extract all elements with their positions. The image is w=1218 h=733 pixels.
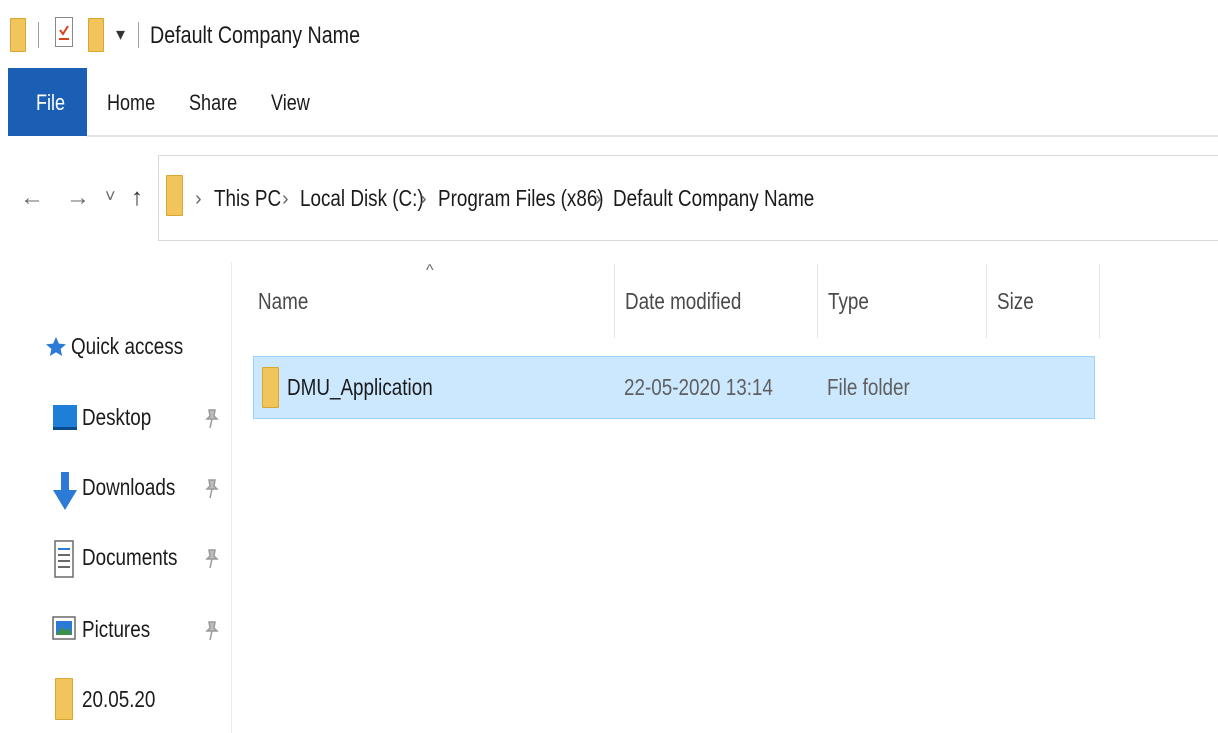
column-header-name[interactable]: Name <box>258 288 319 315</box>
sidebar-label: Pictures <box>82 616 151 642</box>
toolbar-separator <box>138 22 139 48</box>
sidebar-label: Documents <box>82 544 178 570</box>
recent-locations-icon[interactable]: ˅ <box>105 186 116 207</box>
new-folder-icon[interactable] <box>88 18 104 52</box>
tab-view[interactable]: View <box>271 90 318 116</box>
breadcrumb-local-disk[interactable]: Local Disk (C:) <box>300 185 451 212</box>
documents-icon <box>54 540 74 578</box>
pin-icon[interactable] <box>204 478 220 505</box>
sidebar-item-downloads[interactable]: Downloads <box>52 470 232 514</box>
table-row[interactable]: DMU_Application 22-05-2020 13:14 File fo… <box>253 356 1095 419</box>
file-date-modified: 22-05-2020 13:14 <box>624 374 773 400</box>
file-type: File folder <box>827 374 910 400</box>
downloads-icon <box>53 472 77 510</box>
breadcrumb-default-company[interactable]: Default Company Name <box>613 185 858 212</box>
sidebar-item-folder[interactable]: 20.05.20 <box>52 676 232 724</box>
forward-arrow-icon[interactable]: → <box>66 184 90 212</box>
tab-share[interactable]: Share <box>189 90 248 116</box>
sidebar-item-pictures[interactable]: Pictures <box>52 612 232 652</box>
sidebar-item-desktop[interactable]: Desktop <box>52 400 232 440</box>
desktop-icon <box>53 405 77 430</box>
pictures-icon <box>52 616 76 640</box>
sidebar-label: Downloads <box>82 474 176 500</box>
folder-icon <box>10 18 26 52</box>
column-divider[interactable] <box>986 264 987 338</box>
column-header-type[interactable]: Type <box>828 288 878 315</box>
file-name: DMU_Application <box>287 374 433 400</box>
breadcrumb-program-files[interactable]: Program Files (x86) <box>438 185 640 212</box>
folder-icon <box>262 367 279 408</box>
column-header-date-modified[interactable]: Date modified <box>625 288 767 315</box>
breadcrumb-separator[interactable]: › <box>420 188 427 211</box>
ribbon-divider <box>87 135 1218 137</box>
folder-icon <box>55 678 73 720</box>
sidebar-label: Quick access <box>71 333 184 359</box>
pin-icon[interactable] <box>204 548 220 575</box>
sort-ascending-icon: ^ <box>426 262 434 279</box>
column-divider[interactable] <box>817 264 818 338</box>
column-header-size[interactable]: Size <box>997 288 1042 315</box>
breadcrumb-separator[interactable]: › <box>595 188 602 211</box>
column-divider[interactable] <box>614 264 615 338</box>
title-bar: ▾ Default Company Name <box>0 0 1218 70</box>
pin-icon[interactable] <box>204 408 220 435</box>
sidebar-label: Desktop <box>82 404 152 430</box>
window-title: Default Company Name <box>150 22 361 49</box>
breadcrumb-separator[interactable]: › <box>282 188 289 211</box>
back-arrow-icon[interactable]: ← <box>20 184 44 212</box>
tab-home[interactable]: Home <box>107 90 166 116</box>
up-arrow-icon[interactable]: ↑ <box>131 184 143 212</box>
pin-icon[interactable] <box>204 620 220 647</box>
properties-icon[interactable] <box>55 17 73 47</box>
sidebar-item-documents[interactable]: Documents <box>52 540 232 584</box>
folder-icon <box>166 175 183 216</box>
column-divider[interactable] <box>1099 264 1100 338</box>
toolbar-separator <box>38 22 39 48</box>
breadcrumb-separator[interactable]: › <box>195 188 202 211</box>
star-icon <box>46 337 66 356</box>
tab-file[interactable]: File <box>8 68 87 136</box>
customize-toolbar-icon[interactable]: ▾ <box>116 24 125 45</box>
sidebar-label: 20.05.20 <box>82 686 156 712</box>
